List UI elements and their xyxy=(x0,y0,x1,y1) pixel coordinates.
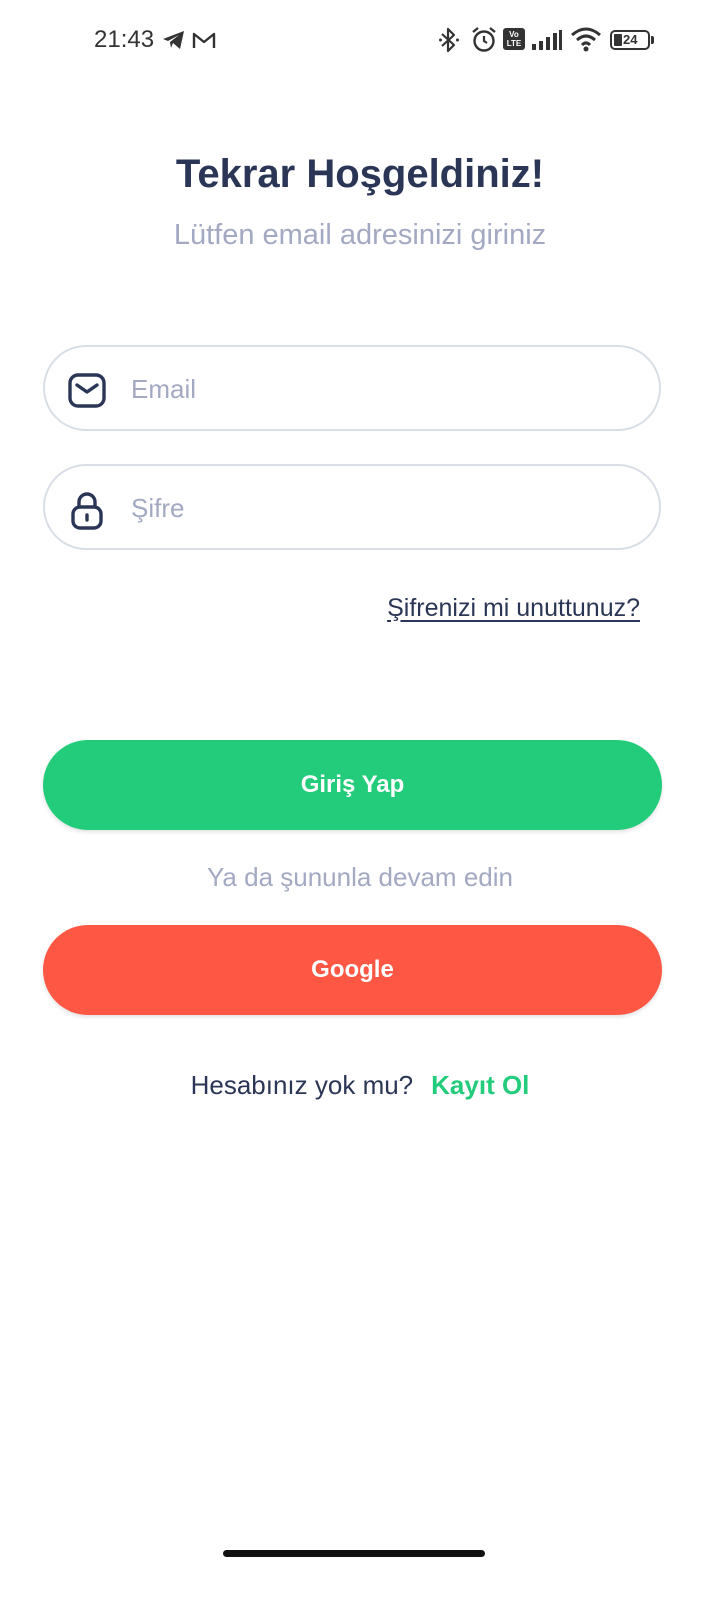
google-login-button[interactable]: Google xyxy=(43,925,662,1015)
signup-link[interactable]: Kayıt Ol xyxy=(431,1070,529,1100)
wifi-icon xyxy=(571,27,601,52)
password-field[interactable] xyxy=(43,464,661,550)
signal-icon xyxy=(532,30,562,50)
volte-label: Vo LTE xyxy=(506,30,522,48)
signup-question: Hesabınız yok mu? xyxy=(190,1070,414,1100)
email-field[interactable] xyxy=(43,345,661,431)
mail-icon xyxy=(68,373,106,408)
volte-icon: Vo LTE xyxy=(503,28,525,50)
gmail-icon xyxy=(192,32,216,48)
battery-icon: 24 xyxy=(610,30,654,50)
status-time: 21:43 xyxy=(94,26,155,53)
page-subtitle: Lütfen email adresinizi giriniz xyxy=(173,219,547,251)
signup-row: Hesabınız yok mu? Kayıt Ol xyxy=(0,1070,720,1101)
telegram-icon xyxy=(163,31,184,49)
page-title: Tekrar Hoşgeldiniz! xyxy=(175,152,545,196)
bluetooth-icon xyxy=(439,27,459,53)
battery-fill xyxy=(614,34,622,46)
battery-level: 24 xyxy=(623,32,638,47)
home-indicator[interactable] xyxy=(223,1550,485,1557)
alarm-icon xyxy=(472,27,496,52)
status-bar: 21:43 Vo LTE 24 xyxy=(0,0,720,80)
battery-tip xyxy=(651,36,654,44)
alternative-login-label: Ya da şununla devam edin xyxy=(207,862,513,892)
email-input[interactable] xyxy=(131,365,631,413)
login-button[interactable]: Giriş Yap xyxy=(43,740,662,830)
lock-icon xyxy=(71,492,103,530)
password-input[interactable] xyxy=(131,484,631,532)
forgot-password-link[interactable]: Şifrenizi mi unuttunuz? xyxy=(387,594,640,623)
